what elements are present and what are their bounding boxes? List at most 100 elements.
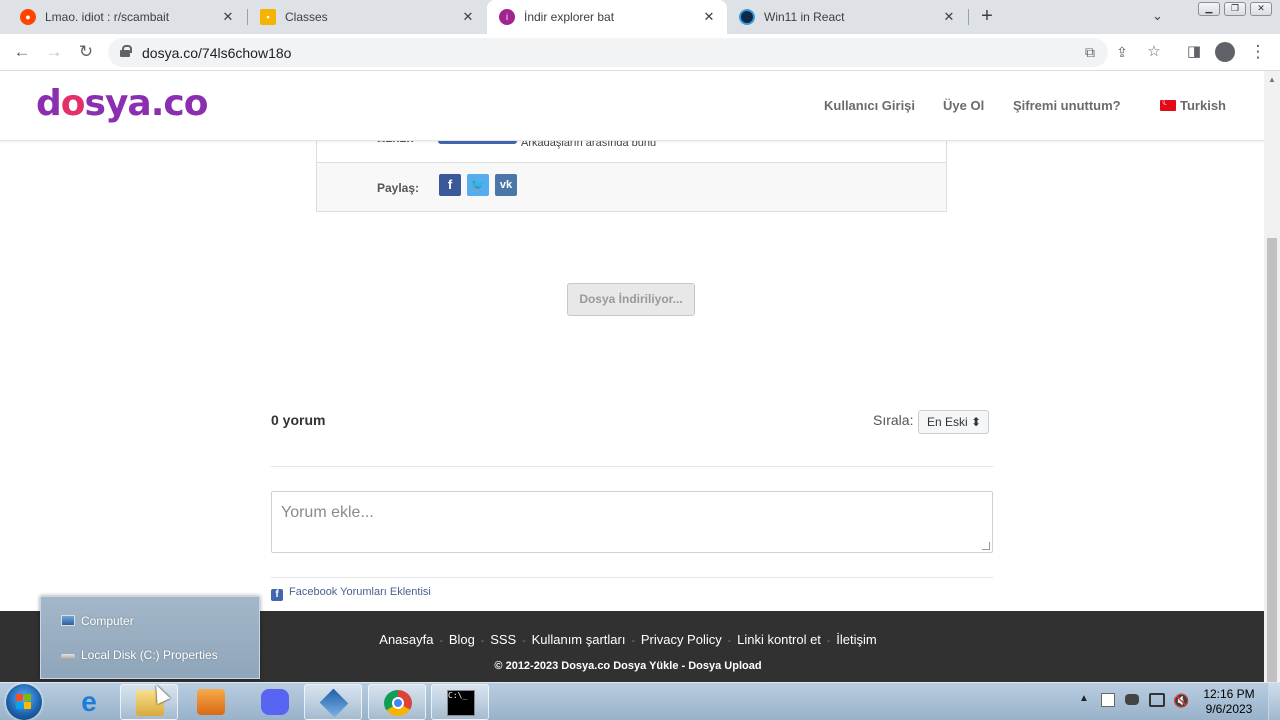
menu-kebab-icon[interactable]: ⋮ [1248,42,1268,62]
show-desktop-button[interactable] [1268,683,1280,720]
reddit-icon: ● [20,9,36,25]
translate-icon[interactable]: ⧉ [1080,42,1100,62]
taskbar-chrome[interactable] [368,684,426,720]
address-bar[interactable]: dosya.co/74ls6chow18o ⧉ ⇪ ☆ [108,38,1161,67]
footer-link-terms[interactable]: Kullanım şartları [532,632,626,647]
taskbar-clock[interactable]: 12:16 PM 9/6/2023 [1196,687,1262,717]
jumplist-item-computer[interactable]: Computer [61,614,134,628]
restore-button[interactable]: ❐ [1224,2,1246,16]
comment-placeholder: Yorum ekle... [281,504,374,521]
browser-tab-strip: ● Lmao. idiot : r/scambait ✕ ▪ Classes ✕… [0,0,1280,34]
tab-title: İndir explorer bat [524,10,615,24]
vk-share-icon[interactable]: vk [495,174,517,196]
footer-link-faq[interactable]: SSS [490,632,516,647]
back-arrow-icon[interactable]: ← [12,42,32,62]
tab-title: Win11 in React [764,10,845,24]
share-icon[interactable]: ⇪ [1112,42,1132,62]
internet-explorer-icon: e [81,686,97,717]
clock-time: 12:16 PM [1203,687,1255,701]
minimize-button[interactable]: ▁ [1198,2,1220,16]
bookmark-star-icon[interactable]: ☆ [1144,42,1164,62]
action-center-icon[interactable] [1101,693,1115,707]
taskbar-discord[interactable] [246,684,304,720]
nav-signup[interactable]: Üye Ol [943,98,984,113]
taskbar-media-player[interactable] [182,684,240,720]
chrome-icon [384,690,412,716]
sort-select[interactable]: En Eski ⬍ [918,410,989,434]
disk-icon [61,654,75,660]
reload-icon[interactable]: ↻ [76,42,96,62]
language-label: Turkish [1180,98,1226,113]
site-header: dosya.co Kullanıcı Girişi Üye Ol Şifremi… [0,71,1264,141]
close-tab-icon[interactable]: ✕ [701,9,717,25]
start-button[interactable] [6,684,42,720]
side-panel-icon[interactable]: ◨ [1184,42,1204,62]
divider [271,466,993,467]
comment-count: 0 yorum [271,412,326,428]
dosya-logo[interactable]: dosya.co [36,83,209,124]
explorer-jump-list: Computer Local Disk (C:) Properties [40,596,260,679]
close-tab-icon[interactable]: ✕ [941,9,957,25]
cmd-icon: C:\_ [447,690,475,716]
new-tab-button[interactable]: + [977,6,997,27]
resize-grip-icon[interactable] [982,542,990,550]
jumplist-label: Computer [81,614,134,628]
discord-tray-icon[interactable] [1125,694,1139,705]
jumplist-label: Local Disk (C:) Properties [81,648,218,662]
forward-arrow-icon[interactable]: → [44,42,64,62]
taskbar-internet-explorer[interactable]: e [60,684,118,720]
jumplist-item-local-disk[interactable]: Local Disk (C:) Properties [61,648,218,662]
turkey-flag-icon [1160,97,1176,111]
logo-text: sya.co [84,83,209,124]
nav-forgot-password[interactable]: Şifremi unuttum? [1013,98,1121,113]
footer-link-contact[interactable]: İletişim [836,632,876,647]
comment-input[interactable]: Yorum ekle... [271,491,993,553]
virtualbox-icon [319,688,349,718]
computer-icon [61,615,75,626]
tab-search-chevron-icon[interactable]: ⌄ [1152,8,1163,24]
discord-icon [261,689,289,715]
screen: ● Lmao. idiot : r/scambait ✕ ▪ Classes ✕… [0,0,1280,720]
facebook-share-icon[interactable]: f [439,174,461,196]
share-label: Paylaş: [377,181,420,195]
taskbar-command-prompt[interactable]: C:\_ [431,684,489,720]
windows-taskbar: e C:\_ ▲ 🔇 12:16 PM 9/6/2023 [0,682,1280,720]
footer-link-blog[interactable]: Blog [449,632,475,647]
clock-date: 9/6/2023 [1205,702,1253,716]
url-text[interactable]: dosya.co/74ls6chow18o [142,45,291,61]
scroll-up-arrow-icon[interactable]: ▲ [1268,75,1276,84]
download-button[interactable]: Dosya İndiriliyor... [567,283,695,316]
tab-separator [968,9,969,25]
language-selector[interactable]: Turkish [1160,97,1226,113]
tab-win11[interactable]: Win11 in React ✕ [727,0,967,34]
window-controls: ▁ ❐ ✕ [1198,2,1272,16]
tab-title: Classes [285,10,328,24]
show-hidden-icons-icon[interactable]: ▲ [1079,693,1089,704]
facebook-comments-plugin-link[interactable]: f Facebook Yorumları Eklentisi [271,586,431,601]
footer-link-home[interactable]: Anasayfa [379,632,433,647]
profile-avatar-icon[interactable] [1215,42,1235,62]
tab-classes[interactable]: ▪ Classes ✕ [248,0,486,34]
footer-link-check[interactable]: Linki kontrol et [737,632,821,647]
dosya-icon: i [499,9,515,25]
tab-reddit[interactable]: ● Lmao. idiot : r/scambait ✕ [8,0,246,34]
tab-indir-explorer[interactable]: i İndir explorer bat ✕ [487,0,727,34]
volume-muted-icon[interactable]: 🔇 [1173,693,1189,709]
page-viewport: Beğen: Arkadaşların arasında bunu Paylaş… [0,71,1264,611]
tab-title: Lmao. idiot : r/scambait [45,10,170,24]
nav-login[interactable]: Kullanıcı Girişi [824,98,915,113]
close-tab-icon[interactable]: ✕ [460,9,476,25]
network-icon[interactable] [1149,693,1165,707]
scroll-thumb[interactable] [1267,238,1277,720]
facebook-icon: f [271,589,283,601]
taskbar-virtualbox[interactable] [304,684,362,720]
share-row: Paylaş: f 🐦 vk [317,162,946,211]
logo-text: d [36,83,62,124]
close-tab-icon[interactable]: ✕ [220,9,236,25]
page-scrollbar[interactable]: ▲ [1264,71,1280,720]
taskbar-windows-explorer[interactable] [120,684,178,720]
lock-icon[interactable] [120,45,132,57]
close-window-button[interactable]: ✕ [1250,2,1272,16]
footer-link-privacy[interactable]: Privacy Policy [641,632,722,647]
twitter-share-icon[interactable]: 🐦 [467,174,489,196]
